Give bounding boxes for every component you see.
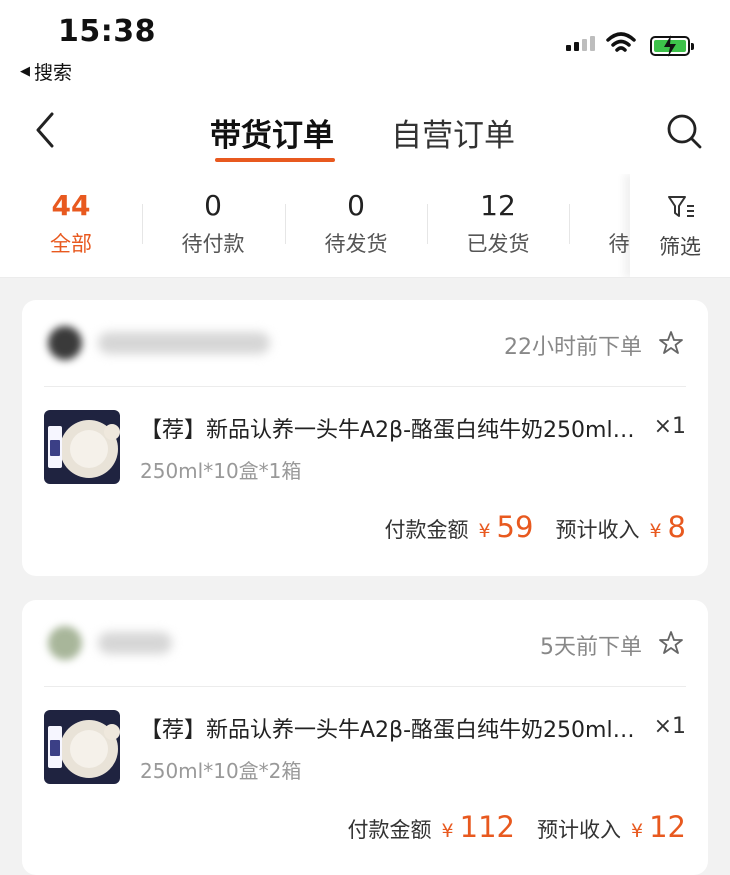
income-currency: ¥ <box>631 820 644 842</box>
status-label: 全部 <box>50 232 92 256</box>
product-image[interactable] <box>44 410 120 484</box>
status-bar: 15:38 ◀ 搜索 <box>0 0 730 90</box>
status-shipped[interactable]: 12 已发货 <box>427 188 569 258</box>
star-icon[interactable] <box>658 330 684 356</box>
status-count: 44 <box>51 189 91 222</box>
status-count: 0 <box>204 189 222 222</box>
payment-label: 付款金额 <box>347 818 432 842</box>
order-card-header: 5天前下单 <box>22 600 708 686</box>
status-pending-payment[interactable]: 0 待付款 <box>142 188 284 258</box>
product-quantity: ×1 <box>653 714 686 739</box>
divider <box>44 686 686 687</box>
payment-currency: ¥ <box>441 820 454 842</box>
status-label: 待付款 <box>181 232 245 256</box>
payment-currency: ¥ <box>478 520 491 542</box>
status-pending-shipment[interactable]: 0 待发货 <box>285 188 427 258</box>
product-spec: 250ml*10盒*2箱 <box>140 759 302 783</box>
order-amounts: 付款金额 ¥ 59 预计收入 ¥ 8 <box>384 510 686 544</box>
cellular-signal-icon <box>566 36 595 51</box>
divider <box>44 386 686 387</box>
tab-affiliate-orders[interactable]: 带货订单 <box>210 110 334 155</box>
payment-label: 付款金额 <box>384 518 469 542</box>
star-icon[interactable] <box>658 630 684 656</box>
buyer-avatar <box>48 326 82 360</box>
product-title[interactable]: 【荐】新品认养一头牛A2β-酪蛋白纯牛奶250ml*10盒 <box>140 412 640 444</box>
status-label: 已发货 <box>466 232 530 256</box>
tab-own-orders[interactable]: 自营订单 <box>391 110 515 155</box>
income-amount: 8 <box>667 510 686 544</box>
back-to-app-button[interactable]: ◀ 搜索 <box>20 58 72 85</box>
income-amount: 12 <box>649 810 686 844</box>
buyer-name-redacted <box>98 332 270 354</box>
filter-label: 筛选 <box>659 235 701 259</box>
filter-icon <box>668 196 694 217</box>
product-title[interactable]: 【荐】新品认养一头牛A2β-酪蛋白纯牛奶250ml*10盒 <box>140 712 640 744</box>
back-to-app-label: 搜索 <box>34 62 73 84</box>
payment-amount: 59 <box>496 510 534 544</box>
status-count: 0 <box>347 189 365 222</box>
order-amounts: 付款金额 ¥ 112 预计收入 ¥ 12 <box>348 810 686 844</box>
product-quantity: ×1 <box>653 414 686 439</box>
wifi-icon <box>606 32 636 52</box>
search-icon[interactable] <box>665 112 703 150</box>
order-card[interactable]: 22小时前下单 【荐】新品认养一头牛A2β-酪蛋白纯牛奶250ml*10盒 ×1… <box>22 300 708 576</box>
filter-button[interactable]: 筛选 <box>630 174 730 277</box>
status-all[interactable]: 44 全部 <box>0 188 142 258</box>
status-time: 15:38 <box>58 14 156 49</box>
order-status-bar: 44 全部 0 待付款 0 待发货 12 已发货 4 待收货 筛选 <box>0 174 730 278</box>
battery-icon <box>650 35 694 57</box>
order-card[interactable]: 5天前下单 【荐】新品认养一头牛A2β-酪蛋白纯牛奶250ml*10盒 ×1 2… <box>22 600 708 875</box>
status-label: 待发货 <box>324 232 388 256</box>
income-label: 预计收入 <box>537 818 621 842</box>
back-arrow-icon[interactable] <box>30 110 62 150</box>
income-label: 预计收入 <box>555 518 640 542</box>
status-count: 12 <box>480 189 516 222</box>
header: 带货订单 自营订单 <box>0 90 730 174</box>
product-image[interactable] <box>44 710 120 784</box>
buyer-avatar <box>48 626 82 660</box>
buyer-name-redacted <box>98 632 172 654</box>
active-tab-indicator <box>215 158 335 162</box>
income-currency: ¥ <box>649 520 662 542</box>
back-triangle-icon: ◀ <box>20 64 30 79</box>
payment-amount: 112 <box>459 810 515 844</box>
order-time: 22小时前下单 <box>504 335 642 360</box>
product-spec: 250ml*10盒*1箱 <box>140 459 302 483</box>
order-card-header: 22小时前下单 <box>22 300 708 386</box>
order-time: 5天前下单 <box>540 635 642 660</box>
